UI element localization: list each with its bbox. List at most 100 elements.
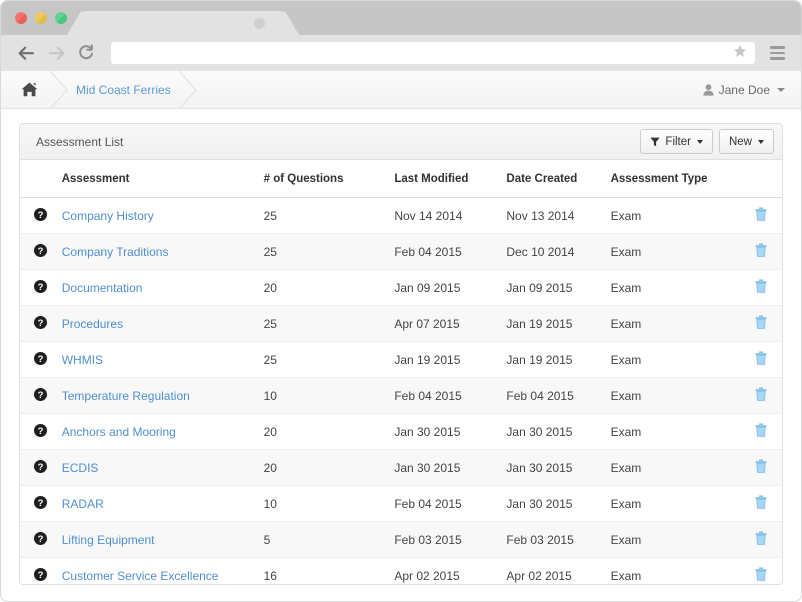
- row-questions-cell: 25: [255, 305, 387, 342]
- help-icon[interactable]: ?: [34, 351, 54, 368]
- svg-text:?: ?: [38, 353, 44, 364]
- row-last-modified-cell: Jan 19 2015: [386, 341, 499, 378]
- help-icon[interactable]: ?: [34, 243, 54, 260]
- assessment-link[interactable]: Documentation: [62, 281, 143, 295]
- row-date-created-cell: Jan 30 2015: [498, 413, 603, 450]
- assessment-link[interactable]: Anchors and Mooring: [62, 425, 176, 439]
- row-date-created-cell: Jan 30 2015: [498, 485, 603, 522]
- bookmark-star-icon[interactable]: [733, 44, 747, 63]
- assessment-link[interactable]: Temperature Regulation: [62, 389, 190, 403]
- row-last-modified-cell: Jan 09 2015: [386, 269, 499, 306]
- help-icon[interactable]: ?: [34, 495, 54, 512]
- browser-window: Mid Coast Ferries Jane Doe Assessment Li…: [0, 0, 802, 602]
- help-icon[interactable]: ?: [34, 315, 54, 332]
- row-date-created-cell: Dec 10 2014: [498, 233, 603, 270]
- help-icon[interactable]: ?: [34, 387, 54, 404]
- row-last-modified-cell: Feb 04 2015: [386, 485, 499, 522]
- address-bar[interactable]: [111, 42, 755, 64]
- panel-heading: Assessment List Filter New: [20, 124, 782, 160]
- assessment-link[interactable]: Customer Service Excellence: [62, 569, 219, 583]
- delete-icon[interactable]: [755, 279, 767, 296]
- close-window-button[interactable]: [15, 12, 27, 24]
- hamburger-icon-line: [769, 46, 785, 49]
- help-icon[interactable]: ?: [34, 423, 54, 440]
- delete-icon[interactable]: [755, 387, 767, 404]
- help-icon[interactable]: ?: [34, 531, 54, 548]
- row-date-created-cell: Jan 19 2015: [498, 341, 603, 378]
- delete-icon[interactable]: [755, 459, 767, 476]
- browser-tab[interactable]: [79, 11, 287, 35]
- row-questions-cell: 25: [255, 233, 387, 270]
- table-row: ? ECDIS 20 Jan 30 2015 Jan 30 2015 Exam: [20, 449, 782, 486]
- user-menu[interactable]: Jane Doe: [703, 71, 785, 108]
- chevron-down-icon: [696, 139, 703, 144]
- row-help-cell: ?: [20, 233, 54, 270]
- delete-icon[interactable]: [755, 351, 767, 368]
- help-icon[interactable]: ?: [34, 459, 54, 476]
- help-icon[interactable]: ?: [34, 207, 54, 224]
- assessment-link[interactable]: ECDIS: [62, 461, 99, 475]
- row-delete-cell: [740, 485, 782, 522]
- column-header-icon: [20, 160, 54, 198]
- table-header: Assessment # of Questions Last Modified …: [20, 160, 782, 198]
- row-help-cell: ?: [20, 197, 54, 234]
- delete-icon[interactable]: [755, 243, 767, 260]
- table-row: ? Lifting Equipment 5 Feb 03 2015 Feb 03 201…: [20, 521, 782, 558]
- row-last-modified-cell: Feb 04 2015: [386, 377, 499, 414]
- delete-icon[interactable]: [755, 495, 767, 512]
- delete-icon[interactable]: [755, 315, 767, 332]
- row-help-cell: ?: [20, 521, 54, 558]
- new-button[interactable]: New: [718, 129, 774, 154]
- browser-menu-button[interactable]: [765, 41, 789, 65]
- row-delete-cell: [740, 413, 782, 450]
- breadcrumb-item-home[interactable]: [1, 71, 68, 109]
- home-icon: [21, 82, 38, 97]
- breadcrumb-item-0[interactable]: Mid Coast Ferries: [60, 71, 197, 109]
- hamburger-icon-line: [769, 51, 785, 55]
- row-delete-cell: [740, 449, 782, 486]
- delete-icon[interactable]: [755, 207, 767, 224]
- reload-button[interactable]: [73, 40, 99, 66]
- column-header-assessment[interactable]: Assessment: [53, 160, 256, 198]
- minimize-window-button[interactable]: [35, 12, 47, 24]
- row-date-created-cell: Feb 04 2015: [498, 377, 603, 414]
- maximize-window-button[interactable]: [55, 12, 67, 24]
- svg-text:?: ?: [38, 209, 44, 220]
- row-assessment-cell: ECDIS: [53, 449, 256, 486]
- svg-text:?: ?: [38, 533, 44, 544]
- table-row: ? Customer Service Excellence 16 Apr 02 201…: [20, 557, 782, 584]
- assessment-list-panel: Assessment List Filter New Assessment # …: [19, 123, 783, 585]
- column-header-last-modified[interactable]: Last Modified: [386, 160, 499, 198]
- column-header-questions[interactable]: # of Questions: [255, 160, 387, 198]
- row-date-created-cell: Jan 09 2015: [498, 269, 603, 306]
- filter-button[interactable]: Filter: [640, 129, 713, 154]
- assessment-link[interactable]: Company Traditions: [62, 245, 169, 259]
- row-assessment-type-cell: Exam: [602, 413, 741, 450]
- column-header-date-created[interactable]: Date Created: [498, 160, 603, 198]
- assessment-link[interactable]: WHMIS: [62, 353, 103, 367]
- assessment-link[interactable]: Procedures: [62, 317, 123, 331]
- row-assessment-type-cell: Exam: [602, 557, 741, 584]
- row-help-cell: ?: [20, 557, 54, 584]
- delete-icon[interactable]: [755, 423, 767, 440]
- breadcrumb-item-label: Mid Coast Ferries: [76, 82, 171, 97]
- assessment-link[interactable]: Lifting Equipment: [62, 533, 155, 547]
- row-last-modified-cell: Jan 30 2015: [386, 449, 499, 486]
- delete-icon[interactable]: [755, 567, 767, 584]
- assessment-link[interactable]: RADAR: [62, 497, 104, 511]
- row-delete-cell: [740, 377, 782, 414]
- svg-text:?: ?: [38, 497, 44, 508]
- assessment-link[interactable]: Company History: [62, 209, 154, 223]
- address-input[interactable]: [119, 47, 727, 59]
- row-help-cell: ?: [20, 413, 54, 450]
- tab-close-icon[interactable]: [254, 18, 265, 29]
- back-button[interactable]: [13, 40, 39, 66]
- help-icon[interactable]: ?: [34, 567, 54, 584]
- delete-icon[interactable]: [755, 531, 767, 548]
- forward-button[interactable]: [43, 40, 69, 66]
- chevron-down-icon: [777, 87, 785, 92]
- table-row: ? Documentation 20 Jan 09 2015 Jan 09 2015 Ex…: [20, 269, 782, 306]
- row-questions-cell: 10: [255, 377, 387, 414]
- help-icon[interactable]: ?: [34, 279, 54, 296]
- column-header-assessment-type[interactable]: Assessment Type: [602, 160, 741, 198]
